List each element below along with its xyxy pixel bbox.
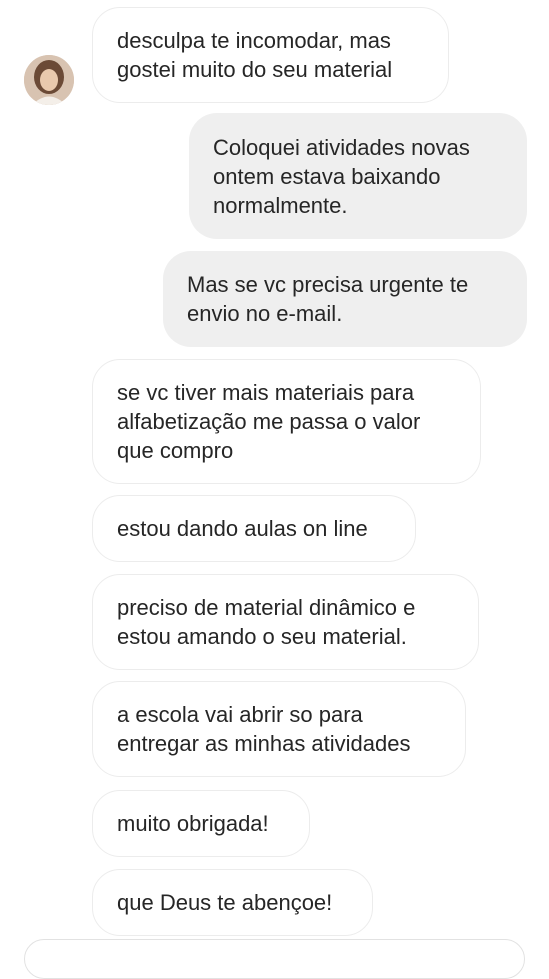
message-bubble-incoming[interactable]: que Deus te abençoe! (92, 869, 373, 936)
message-bubble-incoming[interactable]: preciso de material dinâmico e estou ama… (92, 574, 479, 670)
message-input-field[interactable] (24, 939, 525, 979)
message-bubble-incoming[interactable]: a escola vai abrir so para entregar as m… (92, 681, 466, 777)
message-bubble-incoming[interactable]: muito obrigada! (92, 790, 310, 857)
message-bubble-outgoing[interactable]: Coloquei atividades novas ontem estava b… (189, 113, 527, 239)
message-bubble-incoming[interactable]: desculpa te incomodar, mas gostei muito … (92, 7, 449, 103)
message-bubble-incoming[interactable]: se vc tiver mais materiais para alfabeti… (92, 359, 481, 484)
contact-avatar-icon[interactable] (24, 55, 74, 105)
message-bubble-incoming[interactable]: estou dando aulas on line (92, 495, 416, 562)
message-bubble-outgoing[interactable]: Mas se vc precisa urgente te envio no e-… (163, 251, 527, 347)
message-thread: desculpa te incomodar, mas gostei muito … (0, 0, 549, 979)
